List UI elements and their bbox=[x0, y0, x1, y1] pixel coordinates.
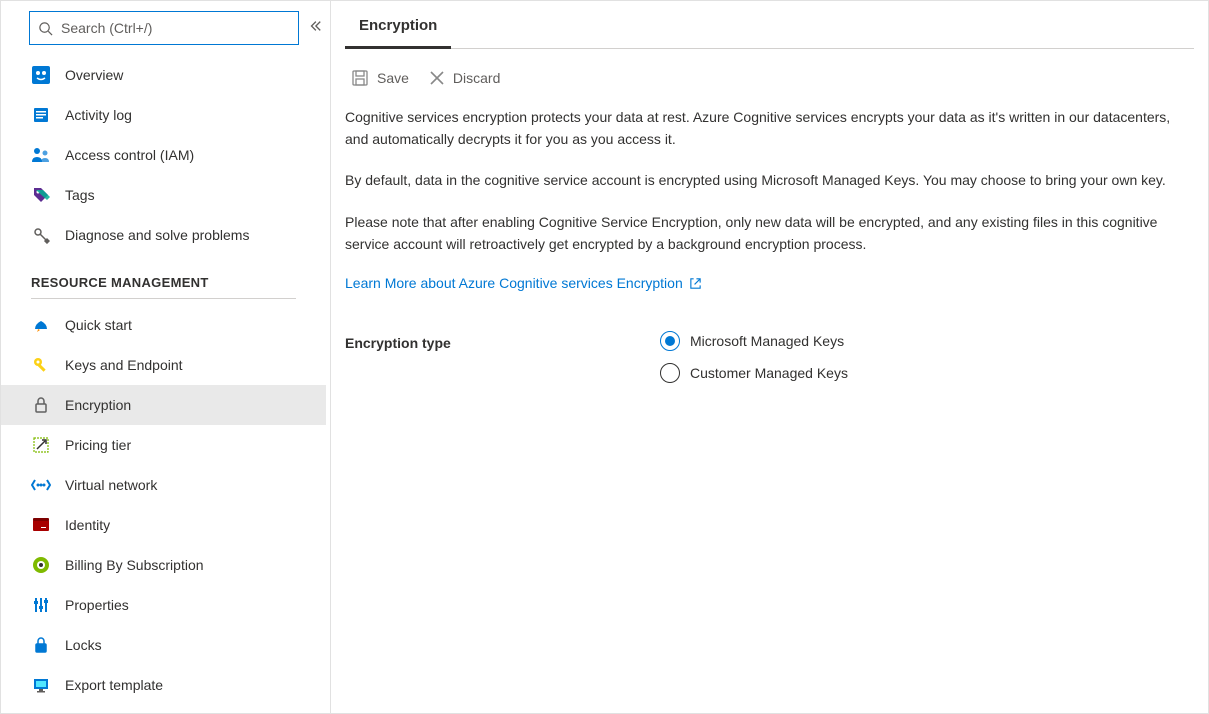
activity-log-icon bbox=[31, 105, 51, 125]
radio-label: Microsoft Managed Keys bbox=[690, 333, 844, 349]
sidebar-item-label: Access control (IAM) bbox=[65, 147, 194, 163]
sidebar-item-pricing-tier[interactable]: Pricing tier bbox=[1, 425, 326, 465]
learn-more-link[interactable]: Learn More about Azure Cognitive service… bbox=[345, 275, 702, 291]
billing-icon bbox=[31, 555, 51, 575]
properties-icon bbox=[31, 595, 51, 615]
sidebar-item-label: Keys and Endpoint bbox=[65, 357, 183, 373]
sidebar-item-label: Export template bbox=[65, 677, 163, 693]
save-label: Save bbox=[377, 70, 409, 86]
sidebar-item-label: Locks bbox=[65, 637, 102, 653]
description-para-1: Cognitive services encryption protects y… bbox=[345, 107, 1175, 150]
search-input[interactable] bbox=[61, 20, 290, 36]
section-header-resource-management: RESOURCE MANAGEMENT bbox=[1, 255, 326, 298]
encryption-type-label: Encryption type bbox=[345, 331, 660, 351]
sidebar-item-label: Quick start bbox=[65, 317, 132, 333]
locks-icon bbox=[31, 635, 51, 655]
sidebar-item-keys-endpoint[interactable]: Keys and Endpoint bbox=[1, 345, 326, 385]
sidebar-item-label: Virtual network bbox=[65, 477, 157, 493]
sidebar-item-label: Diagnose and solve problems bbox=[65, 227, 249, 243]
access-control-icon bbox=[31, 145, 51, 165]
quick-start-icon bbox=[31, 315, 51, 335]
description-para-3: Please note that after enabling Cognitiv… bbox=[345, 212, 1175, 255]
collapse-sidebar-icon[interactable] bbox=[308, 19, 322, 36]
sidebar-item-label: Tags bbox=[65, 187, 95, 203]
sidebar-item-encryption[interactable]: Encryption bbox=[1, 385, 326, 425]
search-box[interactable] bbox=[29, 11, 299, 45]
tags-icon bbox=[31, 185, 51, 205]
sidebar-item-label: Overview bbox=[65, 67, 123, 83]
sidebar-item-virtual-network[interactable]: Virtual network bbox=[1, 465, 326, 505]
section-divider bbox=[31, 298, 296, 299]
sidebar-item-label: Identity bbox=[65, 517, 110, 533]
sidebar-item-identity[interactable]: Identity bbox=[1, 505, 326, 545]
sidebar-item-properties[interactable]: Properties bbox=[1, 585, 326, 625]
radio-customer-managed-keys[interactable]: Customer Managed Keys bbox=[660, 363, 848, 383]
discard-icon bbox=[429, 70, 445, 86]
pricing-icon bbox=[31, 435, 51, 455]
search-wrapper bbox=[1, 1, 330, 55]
sidebar: Overview Activity log Access control (IA… bbox=[1, 1, 331, 713]
tab-encryption[interactable]: Encryption bbox=[345, 7, 451, 49]
search-icon bbox=[38, 21, 53, 36]
radio-circle-icon bbox=[660, 331, 680, 351]
learn-more-label: Learn More about Azure Cognitive service… bbox=[345, 275, 683, 291]
toolbar: Save Discard bbox=[345, 69, 1194, 107]
sidebar-item-label: Pricing tier bbox=[65, 437, 131, 453]
sidebar-item-billing[interactable]: Billing By Subscription bbox=[1, 545, 326, 585]
keys-icon bbox=[31, 355, 51, 375]
main-content: Encryption Save Discard Cognitive servic… bbox=[331, 1, 1208, 713]
tab-row: Encryption bbox=[345, 1, 1194, 49]
nav-scroll[interactable]: Overview Activity log Access control (IA… bbox=[1, 55, 330, 713]
sidebar-item-label: Encryption bbox=[65, 397, 131, 413]
sidebar-item-quick-start[interactable]: Quick start bbox=[1, 305, 326, 345]
sidebar-item-diagnose[interactable]: Diagnose and solve problems bbox=[1, 215, 326, 255]
sidebar-item-label: Billing By Subscription bbox=[65, 557, 204, 573]
overview-icon bbox=[31, 65, 51, 85]
sidebar-item-label: Activity log bbox=[65, 107, 132, 123]
radio-circle-icon bbox=[660, 363, 680, 383]
save-button[interactable]: Save bbox=[351, 69, 409, 87]
radio-label: Customer Managed Keys bbox=[690, 365, 848, 381]
external-link-icon bbox=[689, 277, 702, 290]
radio-microsoft-managed-keys[interactable]: Microsoft Managed Keys bbox=[660, 331, 848, 351]
sidebar-item-overview[interactable]: Overview bbox=[1, 55, 326, 95]
diagnose-icon bbox=[31, 225, 51, 245]
encryption-type-row: Encryption type Microsoft Managed Keys C… bbox=[345, 331, 1194, 383]
sidebar-item-tags[interactable]: Tags bbox=[1, 175, 326, 215]
encryption-icon bbox=[31, 395, 51, 415]
sidebar-item-locks[interactable]: Locks bbox=[1, 625, 326, 665]
vnet-icon bbox=[31, 475, 51, 495]
sidebar-item-access-control[interactable]: Access control (IAM) bbox=[1, 135, 326, 175]
sidebar-item-label: Properties bbox=[65, 597, 129, 613]
sidebar-item-export-template[interactable]: Export template bbox=[1, 665, 326, 705]
export-icon bbox=[31, 675, 51, 695]
description-para-2: By default, data in the cognitive servic… bbox=[345, 170, 1175, 192]
discard-label: Discard bbox=[453, 70, 500, 86]
save-icon bbox=[351, 69, 369, 87]
encryption-type-radio-group: Microsoft Managed Keys Customer Managed … bbox=[660, 331, 848, 383]
discard-button[interactable]: Discard bbox=[429, 70, 500, 86]
identity-icon bbox=[31, 515, 51, 535]
sidebar-item-activity-log[interactable]: Activity log bbox=[1, 95, 326, 135]
